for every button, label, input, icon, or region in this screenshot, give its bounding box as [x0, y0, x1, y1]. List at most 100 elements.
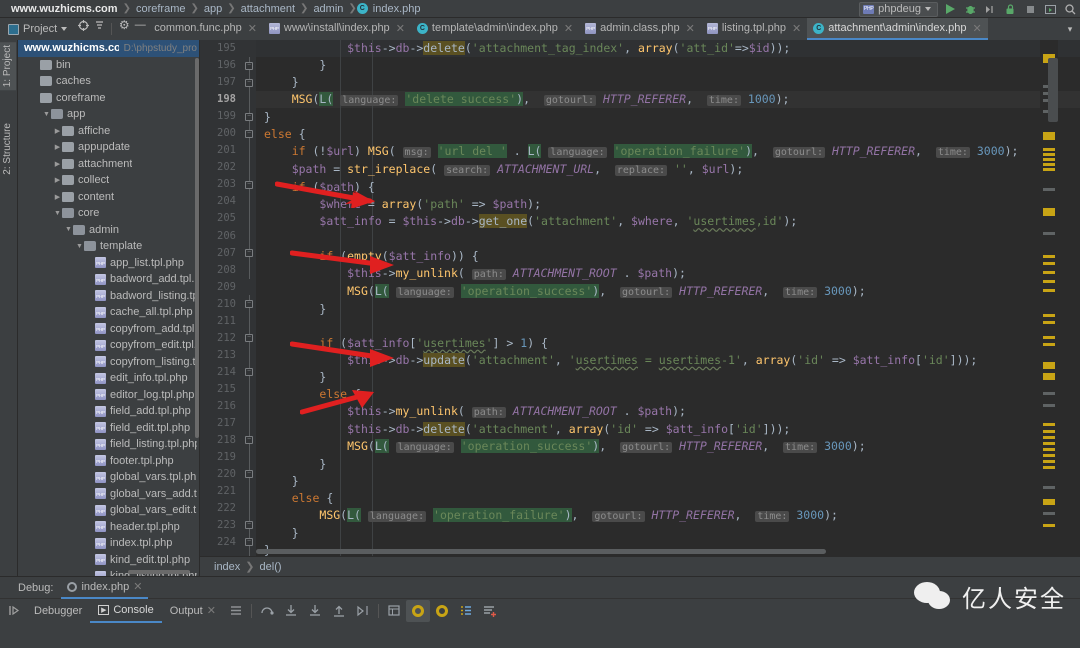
tree-item-content[interactable]: ▶ content — [18, 189, 199, 206]
tree-item-field-listing-tpl-php[interactable]: PHP field_listing.tpl.php — [18, 436, 199, 453]
chevron-down-icon[interactable]: ▼ — [64, 226, 73, 233]
tab-attachment-admin-index-php[interactable]: C attachment\admin\index.php ✕ — [807, 18, 988, 40]
tab-debugger[interactable]: Debugger — [26, 599, 90, 623]
fold-minus-icon[interactable]: − — [245, 181, 253, 189]
tree-item-appupdate[interactable]: ▶ appupdate — [18, 139, 199, 156]
tree-item-copyfrom-add-tpl-ph[interactable]: PHP copyfrom_add.tpl.ph — [18, 321, 199, 338]
tree-item-edit-info-tpl-php[interactable]: PHP edit_info.tpl.php — [18, 370, 199, 387]
tree-item-app-list-tpl-php[interactable]: PHP app_list.tpl.php — [18, 255, 199, 272]
run-with-coverage-icon[interactable] — [1042, 2, 1058, 16]
tree-item-collect[interactable]: ▶ collect — [18, 172, 199, 189]
add-watch-icon[interactable] — [478, 600, 502, 622]
close-icon[interactable]: ✕ — [972, 22, 981, 35]
hide-panel-icon[interactable]: — — [132, 18, 148, 32]
chevron-right-icon[interactable]: ▶ — [53, 143, 62, 151]
breadcrumb-item-app[interactable]: app — [199, 3, 227, 15]
fold-minus-icon[interactable]: − — [245, 62, 253, 70]
locate-file-icon[interactable] — [75, 18, 91, 32]
fold-minus-icon[interactable]: − — [245, 436, 253, 444]
code-area[interactable]: 195 196 197 198 199 200 201 202 203 204 205 206 207 2… — [200, 40, 1080, 556]
tree-root[interactable]: www.wuzhicms.com D:\phpstudy_pro — [18, 40, 199, 57]
search-everywhere-icon[interactable] — [1062, 2, 1078, 16]
tree-item-footer-tpl-php[interactable]: PHP footer.tpl.php — [18, 453, 199, 470]
collapse-all-icon[interactable] — [91, 18, 107, 32]
tab-list-chevron-icon[interactable]: ▾ — [1060, 18, 1080, 40]
chevron-right-icon[interactable]: ▶ — [53, 176, 62, 184]
code-folding-column[interactable]: − − − − − − − − − − − − − — [242, 40, 256, 556]
view-breakpoints-icon[interactable] — [405, 599, 430, 622]
tree-item-core[interactable]: ▼ core — [18, 205, 199, 222]
tree-item-global-vars-tpl-php[interactable]: PHP global_vars.tpl.php — [18, 469, 199, 486]
tool-tab-structure[interactable]: 2: Structure — [0, 120, 16, 178]
fold-minus-icon[interactable]: − — [245, 334, 253, 342]
tree-item-app[interactable]: ▼ app — [18, 106, 199, 123]
run-to-cursor-icon[interactable] — [351, 600, 375, 622]
tree-item-copyfrom-listing-tpl-[interactable]: PHP copyfrom_listing.tpl. — [18, 354, 199, 371]
fold-minus-icon[interactable]: − — [245, 521, 253, 529]
close-icon[interactable]: ✕ — [564, 22, 573, 35]
tab-www-install-index-php[interactable]: PHP www\install\index.php ✕ — [263, 18, 411, 40]
tree-item-field-edit-tpl-php[interactable]: PHP field_edit.tpl.php — [18, 420, 199, 437]
tab-console[interactable]: ▶ Console — [90, 599, 162, 623]
tree-item-cache-all-tpl-php[interactable]: PHP cache_all.tpl.php — [18, 304, 199, 321]
breadcrumb-item-file[interactable]: index.php — [368, 3, 426, 15]
source-code[interactable]: $this->db->delete('attachment_tag_index'… — [256, 40, 1080, 556]
step-into-icon[interactable] — [279, 600, 303, 622]
tree-item-global-vars-add-tpl-[interactable]: PHP global_vars_add.tpl. — [18, 486, 199, 503]
fold-minus-icon[interactable]: − — [245, 249, 253, 257]
listen-debug-connections-icon[interactable] — [1002, 2, 1018, 16]
tree-item-editor-log-tpl-php[interactable]: PHP editor_log.tpl.php — [18, 387, 199, 404]
tool-tab-project[interactable]: 1: Project — [0, 42, 16, 91]
step-out-icon[interactable] — [327, 600, 351, 622]
close-icon[interactable]: ✕ — [248, 22, 257, 35]
close-icon[interactable]: ✕ — [133, 580, 142, 593]
variables-list-icon[interactable] — [454, 600, 478, 622]
breadcrumb-item-admin[interactable]: admin — [308, 3, 348, 15]
mute-breakpoints-icon[interactable] — [430, 600, 454, 622]
close-icon[interactable]: ✕ — [792, 22, 801, 35]
debug-button[interactable] — [962, 2, 978, 16]
tree-item-badword-add-tpl-ph[interactable]: PHP badword_add.tpl.ph — [18, 271, 199, 288]
tab-template-admin-index-php[interactable]: C template\admin\index.php ✕ — [411, 18, 579, 40]
chevron-right-icon[interactable]: ▶ — [53, 160, 62, 168]
tree-item-kind-edit-tpl-php[interactable]: PHP kind_edit.tpl.php — [18, 552, 199, 569]
gear-icon[interactable]: ⚙ — [116, 18, 132, 32]
close-icon[interactable]: ✕ — [686, 22, 695, 35]
fold-minus-icon[interactable]: − — [245, 470, 253, 478]
breadcrumb-del-function[interactable]: del() — [260, 561, 282, 573]
fold-minus-icon[interactable]: − — [245, 300, 253, 308]
tab-common-func-php[interactable]: common.func.php ✕ — [148, 18, 263, 40]
breadcrumb-item-coreframe[interactable]: coreframe — [131, 3, 191, 15]
tree-item-field-add-tpl-php[interactable]: PHP field_add.tpl.php — [18, 403, 199, 420]
fold-minus-icon[interactable]: − — [245, 79, 253, 87]
tree-item-attachment[interactable]: ▶ attachment — [18, 156, 199, 173]
stop-debug-icon[interactable] — [982, 2, 998, 16]
step-over-icon[interactable] — [255, 600, 279, 622]
chevron-down-icon[interactable]: ▼ — [75, 243, 84, 250]
tab-listing-tpl-php[interactable]: PHP listing.tpl.php ✕ — [701, 18, 807, 40]
chevron-down-icon[interactable]: ▼ — [42, 111, 51, 118]
tree-item-affiche[interactable]: ▶ affiche — [18, 123, 199, 140]
tree-item-badword-listing-tpl-[interactable]: PHP badword_listing.tpl. — [18, 288, 199, 305]
resume-program-icon[interactable] — [2, 600, 26, 622]
editor-vertical-scrollbar[interactable] — [1048, 58, 1058, 122]
run-button[interactable] — [942, 2, 958, 16]
project-tool-button[interactable]: Project — [0, 18, 75, 40]
stop-button[interactable] — [1022, 2, 1038, 16]
tree-item-template[interactable]: ▼ template — [18, 238, 199, 255]
breadcrumb-index[interactable]: index — [214, 561, 240, 573]
fold-minus-icon[interactable]: − — [245, 113, 253, 121]
tree-horizontal-scrollbar[interactable] — [128, 570, 190, 574]
tab-admin-class-php[interactable]: PHP admin.class.php ✕ — [579, 18, 701, 40]
tree-item-global-vars-edit-tpl-[interactable]: PHP global_vars_edit.tpl. — [18, 502, 199, 519]
tree-item-bin[interactable]: bin — [18, 57, 199, 74]
tree-item-header-tpl-php[interactable]: PHP header.tpl.php — [18, 519, 199, 536]
force-step-into-icon[interactable] — [303, 600, 327, 622]
project-tree[interactable]: www.wuzhicms.com D:\phpstudy_pro bin cach… — [18, 40, 200, 576]
chevron-down-icon[interactable]: ▼ — [53, 210, 62, 217]
tree-item-copyfrom-edit-tpl-ph[interactable]: PHP copyfrom_edit.tpl.ph — [18, 337, 199, 354]
fold-minus-icon[interactable]: − — [245, 538, 253, 546]
tree-item-coreframe[interactable]: coreframe — [18, 90, 199, 107]
breadcrumb-item-attachment[interactable]: attachment — [236, 3, 300, 15]
code-editor[interactable]: 195 196 197 198 199 200 201 202 203 204 205 206 207 2… — [200, 40, 1080, 576]
